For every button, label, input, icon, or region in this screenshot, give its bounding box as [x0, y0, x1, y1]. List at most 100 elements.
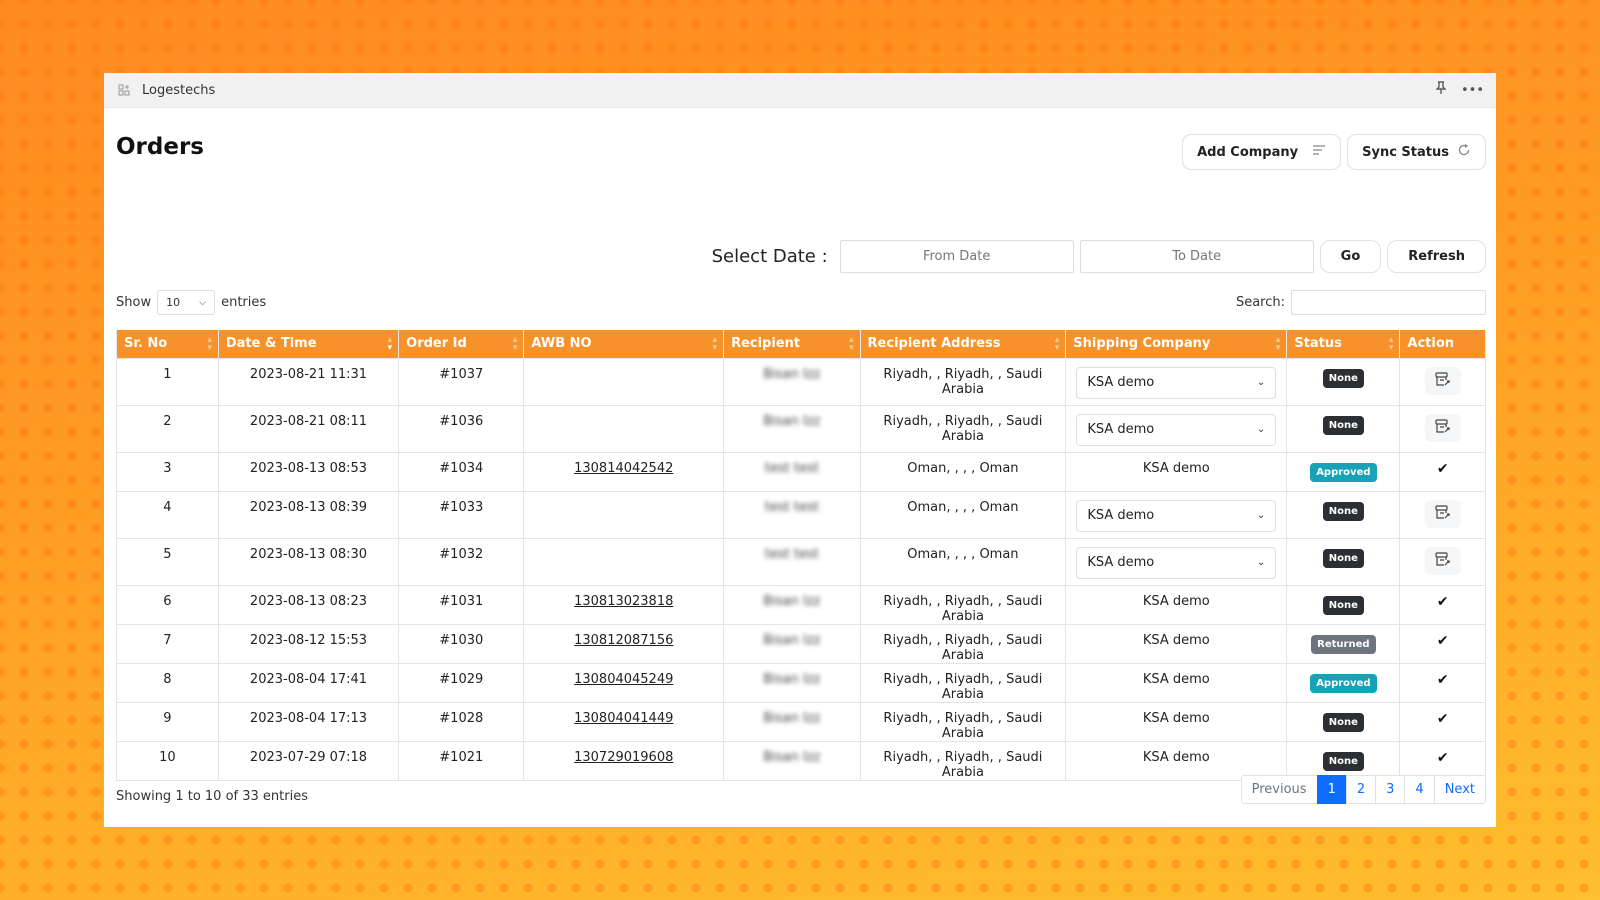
status-badge: None: [1322, 368, 1364, 388]
table-row: 7 2023-08-12 15:53 #1030 130812087156 Bisan …: [116, 623, 1486, 664]
shipping-company-select[interactable]: KSA demo ⌄: [1076, 366, 1277, 399]
cell-awb: [523, 357, 725, 406]
sync-status-button[interactable]: Sync Status: [1347, 134, 1486, 170]
create-shipment-button[interactable]: [1424, 546, 1461, 575]
more-icon[interactable]: •••: [1461, 83, 1484, 98]
cell-date-time: 2023-08-13 08:30: [217, 537, 400, 586]
chevron-down-icon: ⌄: [1256, 377, 1266, 388]
go-button[interactable]: Go: [1319, 240, 1382, 273]
refresh-icon: [1457, 143, 1471, 161]
create-shipment-button[interactable]: [1424, 366, 1461, 395]
pagination-previous[interactable]: Previous: [1240, 775, 1318, 804]
entries-label: entries: [221, 295, 267, 310]
box-arrow-icon: [1434, 371, 1452, 391]
awb-link[interactable]: 130814042542: [574, 461, 673, 476]
pagination-page-2[interactable]: 2: [1345, 775, 1377, 804]
sr-no: 6: [163, 593, 172, 609]
search-label: Search:: [1235, 295, 1285, 310]
status-badge: None: [1322, 712, 1364, 732]
cell-recipient: Bisan Izz: [723, 357, 861, 406]
cell-date-time: 2023-07-29 07:18: [217, 740, 400, 781]
column-header-action[interactable]: Action: [1399, 330, 1486, 359]
column-header-status[interactable]: Status ▴ ▾: [1286, 330, 1401, 359]
app-window: Logestechs ••• Orders Add Company Sync S…: [104, 73, 1496, 827]
sync-status-label: Sync Status: [1362, 144, 1449, 160]
column-header-recipient-address[interactable]: Recipient Address ▴ ▾: [859, 330, 1067, 359]
pagination-next[interactable]: Next: [1433, 775, 1486, 804]
column-header-label: Status: [1294, 336, 1342, 352]
shipping-company: KSA demo: [1142, 460, 1210, 476]
shipping-company-select[interactable]: KSA demo ⌄: [1076, 499, 1277, 532]
column-header-awb-no[interactable]: AWB NO ▴ ▾: [523, 330, 725, 359]
awb-link[interactable]: 130804045249: [574, 672, 673, 687]
sort-icon: ▴ ▾: [1388, 335, 1394, 353]
cell-sr-no: 4: [116, 490, 219, 539]
column-header-shipping-company[interactable]: Shipping Company ▴ ▾: [1065, 330, 1288, 359]
recipient-name: test test: [764, 546, 819, 562]
recipient-name: Bisan Izz: [763, 671, 821, 687]
cell-action: ✔: [1399, 701, 1486, 742]
cell-address: Oman, , , , Oman: [859, 537, 1067, 586]
cell-date-time: 2023-08-21 11:31: [217, 357, 400, 406]
column-header-sr-no[interactable]: Sr. No ▴ ▾: [116, 330, 219, 359]
order-datetime: 2023-08-13 08:23: [249, 593, 368, 609]
column-header-date-time[interactable]: Date & Time ▴ ▾: [217, 330, 400, 359]
cell-recipient: Bisan Izz: [723, 584, 861, 625]
recipient-address: Riyadh, , Riyadh, , Saudi Arabia: [883, 632, 1043, 663]
status-badge: None: [1322, 415, 1364, 435]
cell-action: [1399, 537, 1486, 586]
cell-recipient: test test: [723, 490, 861, 539]
awb-link[interactable]: 130729019608: [574, 750, 673, 765]
cell-shipping-company: KSA demo: [1065, 662, 1288, 703]
cell-recipient: Bisan Izz: [723, 662, 861, 703]
shipping-company-select[interactable]: KSA demo ⌄: [1076, 413, 1277, 446]
cell-awb: 130814042542: [523, 451, 725, 492]
awb-link[interactable]: 130804041449: [574, 711, 673, 726]
cell-recipient: Bisan Izz: [723, 740, 861, 781]
create-shipment-button[interactable]: [1424, 413, 1461, 442]
sr-no: 4: [163, 499, 172, 515]
pagination-page-3[interactable]: 3: [1375, 775, 1406, 804]
search-input[interactable]: [1291, 290, 1486, 315]
awb-link[interactable]: 130812087156: [574, 633, 673, 648]
create-shipment-button[interactable]: [1424, 499, 1461, 528]
cell-status: Approved: [1286, 451, 1401, 492]
column-header-order-id[interactable]: Order Id ▴ ▾: [398, 330, 525, 359]
cell-address: Oman, , , , Oman: [859, 490, 1067, 539]
from-date-input[interactable]: [839, 240, 1074, 273]
refresh-button[interactable]: Refresh: [1387, 240, 1486, 273]
sort-icon: ▴ ▾: [387, 335, 393, 353]
recipient-address: Riyadh, , Riyadh, , Saudi Arabia: [883, 593, 1043, 624]
order-id: #1031: [439, 593, 484, 609]
awb-link[interactable]: 130813023818: [574, 594, 673, 609]
checkmark-icon: ✔: [1436, 710, 1449, 727]
app-title: Logestechs: [142, 82, 216, 98]
add-company-button[interactable]: Add Company: [1182, 134, 1342, 170]
cell-sr-no: 9: [116, 701, 219, 742]
order-id: #1028: [439, 710, 484, 726]
table-row: 6 2023-08-13 08:23 #1031 130813023818 Bisan …: [116, 584, 1486, 625]
cell-order-id: #1030: [398, 623, 525, 664]
chevron-down-icon: ⌄: [1256, 510, 1266, 521]
cell-awb: 130812087156: [523, 623, 725, 664]
cell-status: None: [1286, 357, 1401, 406]
sort-icon: ▴ ▾: [712, 335, 718, 353]
sort-icon: ▴ ▾: [1275, 335, 1281, 353]
shipping-company-select[interactable]: KSA demo ⌄: [1076, 546, 1277, 579]
status-badge: None: [1322, 751, 1364, 771]
sr-no: 3: [163, 460, 172, 476]
checkmark-icon: ✔: [1436, 632, 1449, 649]
status-badge: None: [1322, 595, 1364, 615]
shipping-company: KSA demo: [1142, 749, 1210, 765]
pagination-page-1[interactable]: 1: [1316, 775, 1347, 804]
pin-icon[interactable]: [1435, 81, 1447, 99]
cell-recipient: Bisan Izz: [723, 623, 861, 664]
sort-icon: ▴ ▾: [849, 335, 854, 353]
cell-address: Riyadh, , Riyadh, , Saudi Arabia: [859, 740, 1067, 781]
pagination-page-4[interactable]: 4: [1404, 775, 1435, 804]
column-header-recipient[interactable]: Recipient ▴ ▾: [723, 330, 861, 359]
recipient-name: Bisan Izz: [763, 749, 821, 765]
to-date-input[interactable]: [1079, 240, 1314, 273]
checkmark-icon: ✔: [1436, 749, 1449, 766]
entries-per-page-select[interactable]: 10 ⌵: [157, 290, 216, 315]
